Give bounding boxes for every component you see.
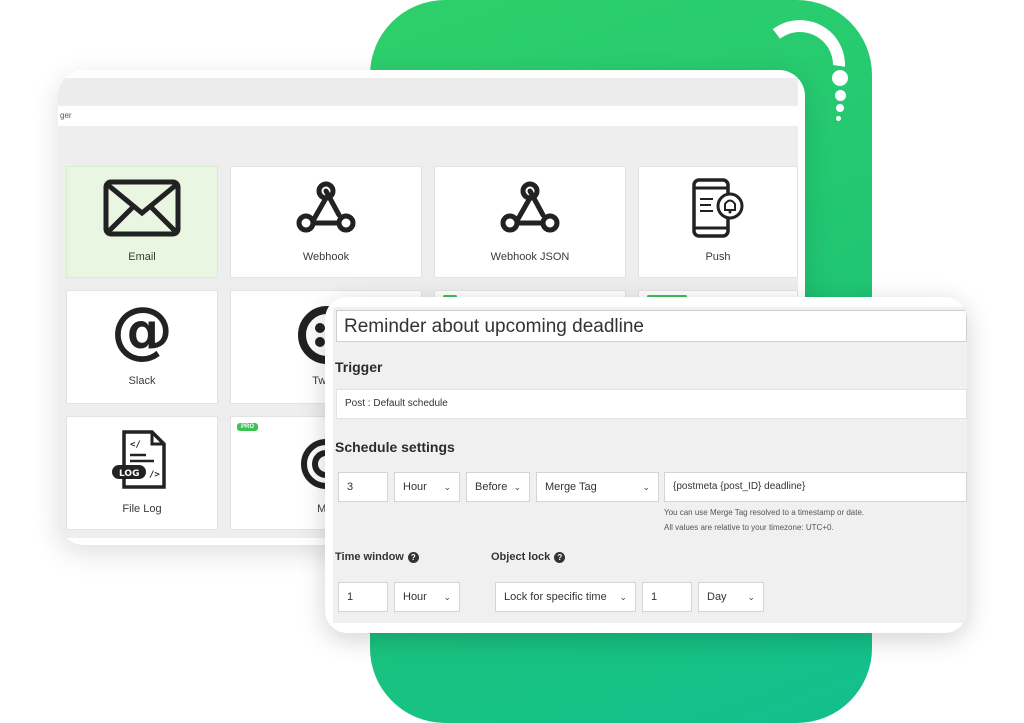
object-lock-unit-select[interactable]: Day ⌄ bbox=[698, 582, 764, 612]
help-icon[interactable]: ? bbox=[407, 551, 419, 563]
help-icon[interactable]: ? bbox=[554, 551, 566, 563]
timezone-hint: All values are relative to your timezone… bbox=[664, 523, 834, 532]
schedule-settings-heading: Schedule settings bbox=[335, 439, 455, 455]
chevron-down-icon: ⌄ bbox=[443, 482, 451, 492]
file-log-icon: </ LOG /> bbox=[112, 430, 166, 489]
decorative-dot bbox=[832, 70, 848, 86]
object-lock-mode-value: Lock for specific time bbox=[504, 591, 607, 603]
chevron-down-icon: ⌄ bbox=[443, 592, 451, 602]
schedule-amount-value: 3 bbox=[347, 481, 354, 493]
at-sign-icon: @ bbox=[111, 293, 173, 366]
carrier-tile-file-log[interactable]: </ LOG /> File Log bbox=[66, 416, 218, 530]
chevron-down-icon: ⌄ bbox=[642, 482, 650, 492]
svg-text:/>: /> bbox=[149, 470, 160, 480]
webhook-icon bbox=[296, 181, 356, 233]
schedule-unit-select[interactable]: Hour ⌄ bbox=[394, 472, 460, 502]
schedule-relation-select[interactable]: Before ⌄ bbox=[466, 472, 530, 502]
webhook-icon bbox=[500, 181, 560, 233]
schedule-amount-input[interactable]: 3 bbox=[338, 472, 388, 502]
schedule-relation-value: Before bbox=[475, 481, 508, 493]
chevron-down-icon: ⌄ bbox=[513, 482, 521, 492]
time-window-unit-select[interactable]: Hour ⌄ bbox=[394, 582, 460, 612]
decorative-dot bbox=[836, 116, 841, 121]
form-panel: Reminder about upcoming deadline Trigger… bbox=[333, 307, 967, 623]
time-window-label: Time window? bbox=[335, 551, 419, 563]
chevron-down-icon: ⌄ bbox=[619, 592, 627, 602]
carrier-tile-push[interactable]: Push bbox=[638, 166, 798, 278]
time-window-amount-value: 1 bbox=[347, 591, 354, 603]
schedule-unit-value: Hour bbox=[403, 481, 427, 493]
carrier-tile-webhook-json[interactable]: Webhook JSON bbox=[434, 166, 626, 278]
merge-tag-input[interactable]: {postmeta {post_ID} deadline} bbox=[664, 472, 967, 502]
object-lock-mode-select[interactable]: Lock for specific time ⌄ bbox=[495, 582, 636, 612]
merge-tag-hint: You can use Merge Tag resolved to a time… bbox=[664, 508, 865, 517]
tile-label: Webhook bbox=[302, 251, 350, 263]
tile-label: Push bbox=[705, 251, 731, 263]
notification-title-input[interactable]: Reminder about upcoming deadline bbox=[336, 310, 967, 342]
time-window-unit-value: Hour bbox=[403, 591, 427, 603]
object-lock-unit-value: Day bbox=[707, 591, 727, 603]
tile-label: Slack bbox=[128, 375, 156, 387]
time-window-label-text: Time window bbox=[335, 551, 404, 563]
object-lock-amount-value: 1 bbox=[651, 591, 658, 603]
schedule-source-select[interactable]: Merge Tag ⌄ bbox=[536, 472, 659, 502]
notification-form-card: Reminder about upcoming deadline Trigger… bbox=[325, 297, 967, 633]
envelope-icon bbox=[103, 179, 181, 237]
time-window-amount-input[interactable]: 1 bbox=[338, 582, 388, 612]
schedule-source-value: Merge Tag bbox=[545, 481, 597, 493]
tile-label: Webhook JSON bbox=[490, 251, 570, 263]
object-lock-amount-input[interactable]: 1 bbox=[642, 582, 692, 612]
svg-text:</: </ bbox=[130, 440, 141, 450]
tile-label: Email bbox=[128, 251, 156, 263]
pro-badge: PRO bbox=[237, 423, 259, 431]
carrier-tile-email[interactable]: Email bbox=[66, 166, 218, 278]
carrier-tile-webhook[interactable]: Webhook bbox=[230, 166, 422, 278]
tile-label: File Log bbox=[122, 503, 162, 515]
object-lock-label: Object lock? bbox=[491, 551, 566, 563]
mobile-push-icon bbox=[692, 178, 744, 238]
chevron-down-icon: ⌄ bbox=[747, 592, 755, 602]
trigger-heading: Trigger bbox=[335, 359, 383, 375]
breadcrumb: ger bbox=[58, 106, 798, 126]
object-lock-label-text: Object lock bbox=[491, 551, 551, 563]
decorative-dot bbox=[835, 90, 846, 101]
merge-tag-value: {postmeta {post_ID} deadline} bbox=[673, 481, 806, 492]
trigger-select[interactable]: Post : Default schedule bbox=[336, 389, 967, 419]
picker-toolbar bbox=[58, 78, 798, 103]
log-badge: LOG bbox=[119, 469, 139, 479]
decorative-dot bbox=[836, 104, 844, 112]
carrier-tile-slack[interactable]: @ Slack bbox=[66, 290, 218, 404]
